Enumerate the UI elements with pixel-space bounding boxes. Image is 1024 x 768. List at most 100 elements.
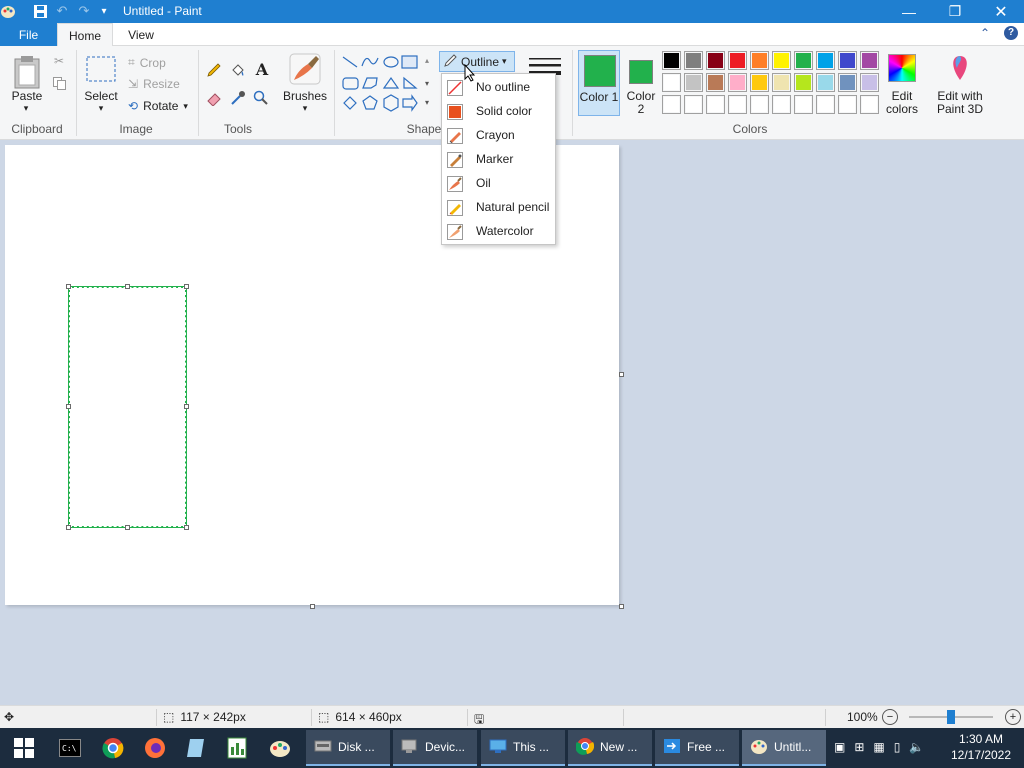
color-swatch[interactable] (728, 51, 747, 70)
color-swatch[interactable] (750, 95, 769, 114)
paste-dropdown-icon[interactable]: ▾ (19, 102, 33, 115)
color-swatch[interactable] (706, 95, 725, 114)
taskbar-task[interactable]: This ... (481, 730, 565, 766)
shape-handle-n[interactable] (125, 284, 130, 289)
color-swatch[interactable] (794, 95, 813, 114)
spreadsheet-icon[interactable] (219, 732, 255, 764)
crop-button[interactable]: ⌗ Crop (128, 55, 166, 70)
color-swatch[interactable] (772, 95, 791, 114)
redo-icon[interactable]: ↷ (76, 3, 92, 19)
color2-button[interactable]: Color 2 (623, 50, 661, 116)
color-swatch[interactable] (728, 73, 747, 92)
color-swatch[interactable] (794, 51, 813, 70)
outline-option-marker[interactable]: Marker (442, 147, 555, 171)
terminal-icon[interactable]: C:\ (52, 732, 88, 764)
color-swatch[interactable] (816, 95, 835, 114)
maximize-button[interactable]: ❐ (932, 0, 978, 23)
shape-handle-sw[interactable] (66, 525, 71, 530)
network-icon[interactable]: ⊞ (854, 740, 864, 754)
color1-button[interactable]: Color 1 (578, 50, 620, 116)
color-swatch[interactable] (860, 73, 879, 92)
paste-icon[interactable] (12, 54, 42, 90)
taskbar-task[interactable]: Devic... (393, 730, 477, 766)
color-swatch[interactable] (838, 73, 857, 92)
taskbar-task[interactable]: Disk ... (306, 730, 390, 766)
fill-icon[interactable] (230, 62, 246, 78)
outline-option-crayon[interactable]: Crayon (442, 123, 555, 147)
outline-option-natural-pencil[interactable]: Natural pencil (442, 195, 555, 219)
canvas-resize-handle-bottom[interactable] (310, 604, 315, 609)
shapes-scroll-down-icon[interactable]: ▾ (425, 79, 429, 88)
color-swatch[interactable] (662, 51, 681, 70)
canvas-resize-handle-corner[interactable] (619, 604, 624, 609)
color-swatch[interactable] (662, 73, 681, 92)
magnifier-icon[interactable] (253, 90, 269, 106)
color-swatch[interactable] (816, 73, 835, 92)
color-swatch[interactable] (684, 95, 703, 114)
tray-device-icon[interactable]: ▯ (894, 740, 901, 754)
start-button[interactable] (6, 732, 42, 764)
chrome-icon[interactable] (95, 732, 131, 764)
taskbar-task[interactable]: Free ... (655, 730, 739, 766)
rotate-button[interactable]: ⟲ Rotate ▾ (128, 99, 188, 113)
taskbar-clock[interactable]: 1:30 AM 12/17/2022 (946, 731, 1016, 763)
text-icon[interactable]: A (253, 60, 271, 79)
help-icon[interactable]: ? (1004, 26, 1018, 40)
shapes-more-icon[interactable]: ▾ (425, 98, 429, 107)
outline-option-solid-color[interactable]: Solid color (442, 99, 555, 123)
pencil-icon[interactable] (206, 62, 222, 78)
outline-option-watercolor[interactable]: Watercolor (442, 219, 555, 243)
rectangle-shape[interactable] (68, 286, 187, 528)
save-icon[interactable] (32, 3, 48, 19)
volume-muted-icon[interactable]: 🔈 (909, 740, 924, 754)
color-swatch[interactable] (684, 73, 703, 92)
copy-icon[interactable] (52, 76, 66, 90)
resize-button[interactable]: ⇲ Resize (128, 77, 180, 91)
tab-view[interactable]: View (113, 23, 169, 47)
customize-toolbar-icon[interactable]: ▾ (96, 3, 112, 19)
brushes-icon[interactable] (288, 52, 322, 86)
color-swatch[interactable] (728, 95, 747, 114)
color-swatch[interactable] (838, 95, 857, 114)
shape-handle-nw[interactable] (66, 284, 71, 289)
select-dropdown-icon[interactable]: ▾ (94, 102, 108, 115)
shape-handle-w[interactable] (66, 404, 71, 409)
color-picker-icon[interactable] (230, 90, 246, 106)
shape-handle-e[interactable] (184, 404, 189, 409)
color-swatch[interactable] (706, 73, 725, 92)
color-swatch[interactable] (706, 51, 725, 70)
color-swatch[interactable] (684, 51, 703, 70)
color-swatch[interactable] (860, 95, 879, 114)
select-icon[interactable] (86, 56, 116, 82)
tray-app-icon[interactable]: ▣ (834, 740, 845, 754)
color-swatch[interactable] (772, 73, 791, 92)
edit-colors-button[interactable]: Edit colors (884, 52, 920, 118)
color-swatch[interactable] (750, 51, 769, 70)
paint-taskbar-icon[interactable] (262, 732, 298, 764)
color-swatch[interactable] (772, 51, 791, 70)
undo-icon[interactable]: ↶ (54, 3, 70, 19)
outline-option-no-outline[interactable]: No outline (442, 75, 555, 99)
shape-handle-se[interactable] (184, 525, 189, 530)
firefox-icon[interactable] (137, 732, 173, 764)
collapse-ribbon-icon[interactable]: ⌃ (980, 26, 990, 40)
taskbar-task[interactable]: Untitl... (742, 730, 826, 766)
tab-file[interactable]: File (0, 23, 57, 46)
zoom-slider-thumb[interactable] (947, 710, 955, 724)
shape-handle-s[interactable] (125, 525, 130, 530)
notes-icon[interactable] (178, 732, 214, 764)
eraser-icon[interactable] (206, 90, 222, 106)
outline-option-oil[interactable]: Oil (442, 171, 555, 195)
color-swatch[interactable] (838, 51, 857, 70)
canvas-resize-handle-right[interactable] (619, 372, 624, 377)
taskbar-task[interactable]: New ... (568, 730, 652, 766)
shape-handle-ne[interactable] (184, 284, 189, 289)
shapes-gallery[interactable] (340, 52, 430, 114)
zoom-out-button[interactable]: − (882, 709, 898, 725)
tab-home[interactable]: Home (57, 23, 113, 47)
color-swatch[interactable] (816, 51, 835, 70)
edit-with-paint3d-button[interactable]: Edit with Paint 3D (930, 52, 990, 118)
minimize-button[interactable]: — (886, 0, 932, 23)
brushes-dropdown-icon[interactable]: ▾ (298, 102, 312, 115)
color-swatch[interactable] (860, 51, 879, 70)
